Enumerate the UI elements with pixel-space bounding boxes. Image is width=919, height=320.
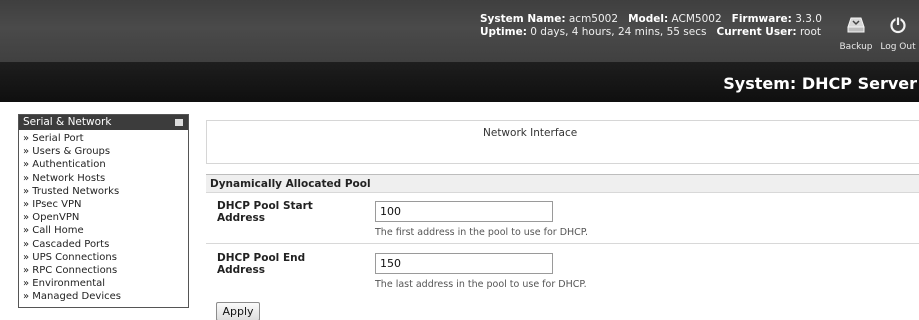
- uptime-label: Uptime:: [480, 26, 527, 38]
- pool-end-label-line-2: Address: [217, 264, 265, 276]
- model-label: Model:: [628, 13, 669, 25]
- sidebar-item-users-groups[interactable]: » Users & Groups: [23, 145, 188, 158]
- backup-icon: [836, 16, 876, 37]
- model-value: ACM5002: [671, 13, 722, 25]
- system-info-line-1: System Name: acm5002 Model: ACM5002 Firm…: [480, 13, 822, 26]
- sidebar-list: » Serial Port » Users & Groups » Authent…: [19, 130, 188, 304]
- pool-start-label: DHCP Pool Start Address: [217, 200, 357, 224]
- section-title: Dynamically Allocated Pool: [206, 175, 919, 193]
- firmware-value: 3.3.0: [795, 13, 822, 25]
- sidebar-heading[interactable]: Serial & Network: [19, 115, 188, 130]
- pool-start-label-line-1: DHCP Pool Start: [217, 200, 313, 212]
- system-name-value: acm5002: [568, 13, 619, 25]
- power-icon: [878, 16, 918, 37]
- system-info: System Name: acm5002 Model: ACM5002 Firm…: [480, 13, 822, 39]
- header-bar: System Name: acm5002 Model: ACM5002 Firm…: [0, 0, 919, 62]
- pool-end-input[interactable]: [375, 253, 553, 274]
- backup-label: Backup: [839, 42, 873, 52]
- sidebar-item-environmental[interactable]: » Environmental: [23, 277, 188, 290]
- pool-start-label-line-2: Address: [217, 212, 265, 224]
- uptime-value: 0 days, 4 hours, 24 mins, 55 secs: [530, 26, 707, 38]
- pool-start-help: The first address in the pool to use for…: [375, 227, 589, 238]
- collapse-icon[interactable]: [175, 119, 183, 126]
- title-bar: System: DHCP Server: [0, 62, 919, 102]
- sidebar-item-call-home[interactable]: » Call Home: [23, 224, 188, 237]
- sidebar-heading-label: Serial & Network: [23, 116, 112, 128]
- sidebar-item-openvpn[interactable]: » OpenVPN: [23, 211, 188, 224]
- sidebar-item-trusted-networks[interactable]: » Trusted Networks: [23, 185, 188, 198]
- pool-end-help: The last address in the pool to use for …: [375, 279, 587, 290]
- sidebar-item-ipsec-vpn[interactable]: » IPsec VPN: [23, 198, 188, 211]
- current-user-label: Current User:: [716, 26, 797, 38]
- pool-start-input[interactable]: [375, 201, 553, 222]
- app-window: System Name: acm5002 Model: ACM5002 Firm…: [0, 0, 919, 320]
- system-name-label: System Name:: [480, 13, 566, 25]
- sidebar-menu: Serial & Network » Serial Port » Users &…: [18, 114, 189, 308]
- sidebar-item-network-hosts[interactable]: » Network Hosts: [23, 172, 188, 185]
- logout-label: Log Out: [880, 42, 916, 52]
- apply-button[interactable]: Apply: [216, 302, 260, 320]
- sidebar-item-rpc-connections[interactable]: » RPC Connections: [23, 264, 188, 277]
- firmware-label: Firmware:: [731, 13, 792, 25]
- sidebar-item-cascaded-ports[interactable]: » Cascaded Ports: [23, 238, 188, 251]
- pool-end-label: DHCP Pool End Address: [217, 252, 357, 276]
- logout-button[interactable]: Log Out: [878, 16, 918, 52]
- pool-end-label-line-1: DHCP Pool End: [217, 252, 306, 264]
- page-title: System: DHCP Server: [723, 74, 917, 93]
- dhcp-pool-section: Dynamically Allocated Pool DHCP Pool Sta…: [206, 174, 919, 296]
- sidebar-item-authentication[interactable]: » Authentication: [23, 158, 188, 171]
- sidebar-item-ups-connections[interactable]: » UPS Connections: [23, 251, 188, 264]
- pool-end-row: DHCP Pool End Address The last address i…: [206, 246, 919, 296]
- sidebar-item-serial-port[interactable]: » Serial Port: [23, 132, 188, 145]
- system-info-line-2: Uptime: 0 days, 4 hours, 24 mins, 55 sec…: [480, 26, 822, 39]
- current-user-value: root: [799, 26, 821, 38]
- pool-start-row: DHCP Pool Start Address The first addres…: [206, 194, 919, 244]
- sidebar-item-managed-devices[interactable]: » Managed Devices: [23, 290, 188, 303]
- backup-button[interactable]: Backup: [836, 16, 876, 52]
- network-interface-label: Network Interface: [483, 127, 578, 139]
